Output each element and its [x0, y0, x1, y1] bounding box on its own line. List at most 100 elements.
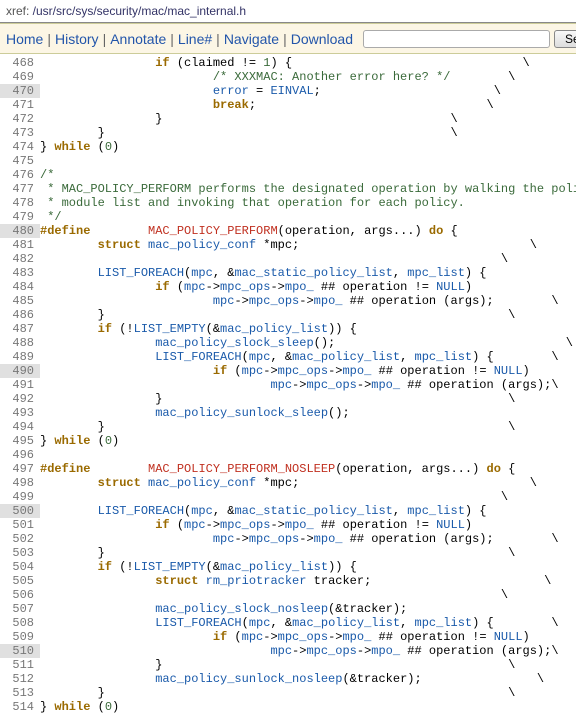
line-number[interactable]: 501 [0, 518, 40, 532]
xref-path[interactable]: /usr/src/sys/security/mac/mac_internal.h [33, 4, 246, 18]
line-number[interactable]: 502 [0, 532, 40, 546]
identifier-link[interactable]: NULL [494, 364, 523, 378]
nav-navigate[interactable]: Navigate [224, 31, 279, 47]
identifier-link[interactable]: mpc [249, 350, 271, 364]
line-number[interactable]: 510 [0, 644, 40, 658]
identifier-link[interactable]: LIST_FOREACH [98, 504, 184, 518]
line-number[interactable]: 481 [0, 238, 40, 252]
identifier-link[interactable]: mac_policy_list [292, 350, 400, 364]
nav-history[interactable]: History [55, 31, 99, 47]
line-number[interactable]: 490 [0, 364, 40, 378]
identifier-link[interactable]: mac_policy_list [292, 616, 400, 630]
identifier-link[interactable]: mac_policy_conf [148, 476, 256, 490]
identifier-link[interactable]: mac_policy_slock_nosleep [155, 602, 328, 616]
line-number[interactable]: 485 [0, 294, 40, 308]
line-number[interactable]: 488 [0, 336, 40, 350]
line-number[interactable]: 487 [0, 322, 40, 336]
identifier-link[interactable]: mpc [191, 266, 213, 280]
line-number[interactable]: 471 [0, 98, 40, 112]
line-number[interactable]: 500 [0, 504, 40, 518]
identifier-link[interactable]: mac_policy_sunlock_sleep [155, 406, 328, 420]
identifier-link[interactable]: LIST_FOREACH [98, 266, 184, 280]
line-number[interactable]: 511 [0, 658, 40, 672]
identifier-link[interactable]: mpc_ops [306, 644, 356, 658]
identifier-link[interactable]: mpc_list [415, 616, 473, 630]
nav-download[interactable]: Download [291, 31, 353, 47]
line-number[interactable]: 470 [0, 84, 40, 98]
line-number[interactable]: 512 [0, 672, 40, 686]
line-number[interactable]: 475 [0, 154, 40, 168]
line-number[interactable]: 479 [0, 210, 40, 224]
nav-home[interactable]: Home [6, 31, 43, 47]
identifier-link[interactable]: mpc [184, 280, 206, 294]
line-number[interactable]: 483 [0, 266, 40, 280]
line-number[interactable]: 489 [0, 350, 40, 364]
identifier-link[interactable]: mpc [213, 532, 235, 546]
identifier-link[interactable]: mpc_ops [220, 280, 270, 294]
identifier-link[interactable]: mpc_ops [306, 378, 356, 392]
line-number[interactable]: 494 [0, 420, 40, 434]
identifier-link[interactable]: mpc [191, 504, 213, 518]
identifier-link[interactable]: mpc [270, 378, 292, 392]
nav-linenum[interactable]: Line# [178, 31, 212, 47]
line-number[interactable]: 469 [0, 70, 40, 84]
line-number[interactable]: 513 [0, 686, 40, 700]
identifier-link[interactable]: mpc_ops [278, 364, 328, 378]
identifier-link[interactable]: NULL [436, 280, 465, 294]
line-number[interactable]: 491 [0, 378, 40, 392]
identifier-link[interactable]: EINVAL [270, 84, 313, 98]
identifier-link[interactable]: mpo_ [285, 518, 314, 532]
line-number[interactable]: 473 [0, 126, 40, 140]
identifier-link[interactable]: mpo_ [342, 364, 371, 378]
identifier-link[interactable]: mac_static_policy_list [234, 504, 392, 518]
line-number[interactable]: 514 [0, 700, 40, 714]
line-number[interactable]: 504 [0, 560, 40, 574]
line-number[interactable]: 477 [0, 182, 40, 196]
line-number[interactable]: 503 [0, 546, 40, 560]
identifier-link[interactable]: mpc [184, 518, 206, 532]
identifier-link[interactable]: mpc_list [407, 504, 465, 518]
line-number[interactable]: 478 [0, 196, 40, 210]
line-number[interactable]: 486 [0, 308, 40, 322]
identifier-link[interactable]: LIST_FOREACH [155, 350, 241, 364]
line-number[interactable]: 498 [0, 476, 40, 490]
line-number[interactable]: 474 [0, 140, 40, 154]
line-number[interactable]: 482 [0, 252, 40, 266]
identifier-link[interactable]: mpc [242, 630, 264, 644]
line-number[interactable]: 499 [0, 490, 40, 504]
identifier-link[interactable]: mpc_ops [249, 532, 299, 546]
identifier-link[interactable]: mpo_ [342, 630, 371, 644]
identifier-link[interactable]: NULL [494, 630, 523, 644]
line-number[interactable]: 468 [0, 56, 40, 70]
identifier-link[interactable]: mpc_ops [278, 630, 328, 644]
identifier-link[interactable]: LIST_FOREACH [155, 616, 241, 630]
identifier-link[interactable]: mpo_ [371, 378, 400, 392]
line-number[interactable]: 476 [0, 168, 40, 182]
identifier-link[interactable]: mpo_ [371, 644, 400, 658]
identifier-link[interactable]: mac_policy_slock_sleep [155, 336, 313, 350]
line-number[interactable]: 496 [0, 448, 40, 462]
identifier-link[interactable]: mac_static_policy_list [234, 266, 392, 280]
identifier-link[interactable]: mpc [249, 616, 271, 630]
identifier-link[interactable]: NULL [436, 518, 465, 532]
identifier-link[interactable]: mpo_ [314, 532, 343, 546]
line-number[interactable]: 505 [0, 574, 40, 588]
identifier-link[interactable]: mpc_ops [220, 518, 270, 532]
identifier-link[interactable]: mac_policy_list [220, 560, 328, 574]
line-number[interactable]: 507 [0, 602, 40, 616]
line-number[interactable]: 472 [0, 112, 40, 126]
line-number[interactable]: 492 [0, 392, 40, 406]
line-number[interactable]: 509 [0, 630, 40, 644]
line-number[interactable]: 506 [0, 588, 40, 602]
identifier-link[interactable]: LIST_EMPTY [134, 322, 206, 336]
identifier-link[interactable]: mpc_list [415, 350, 473, 364]
identifier-link[interactable]: mac_policy_conf [148, 238, 256, 252]
search-button[interactable]: Search [554, 30, 576, 48]
identifier-link[interactable]: error [213, 84, 249, 98]
identifier-link[interactable]: mpc_ops [249, 294, 299, 308]
identifier-link[interactable]: mpc [242, 364, 264, 378]
identifier-link[interactable]: mpc [270, 644, 292, 658]
identifier-link[interactable]: mpo_ [314, 294, 343, 308]
line-number[interactable]: 508 [0, 616, 40, 630]
identifier-link[interactable]: mac_policy_list [220, 322, 328, 336]
